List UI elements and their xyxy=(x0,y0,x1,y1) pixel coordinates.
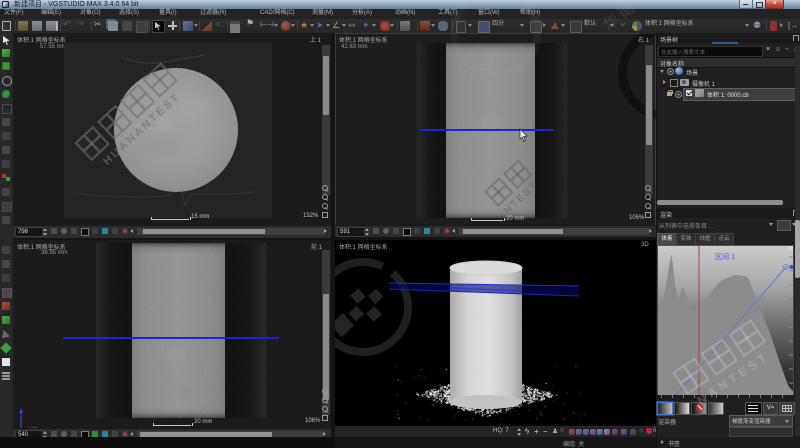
svg-text:区间 1: 区间 1 xyxy=(715,253,735,261)
